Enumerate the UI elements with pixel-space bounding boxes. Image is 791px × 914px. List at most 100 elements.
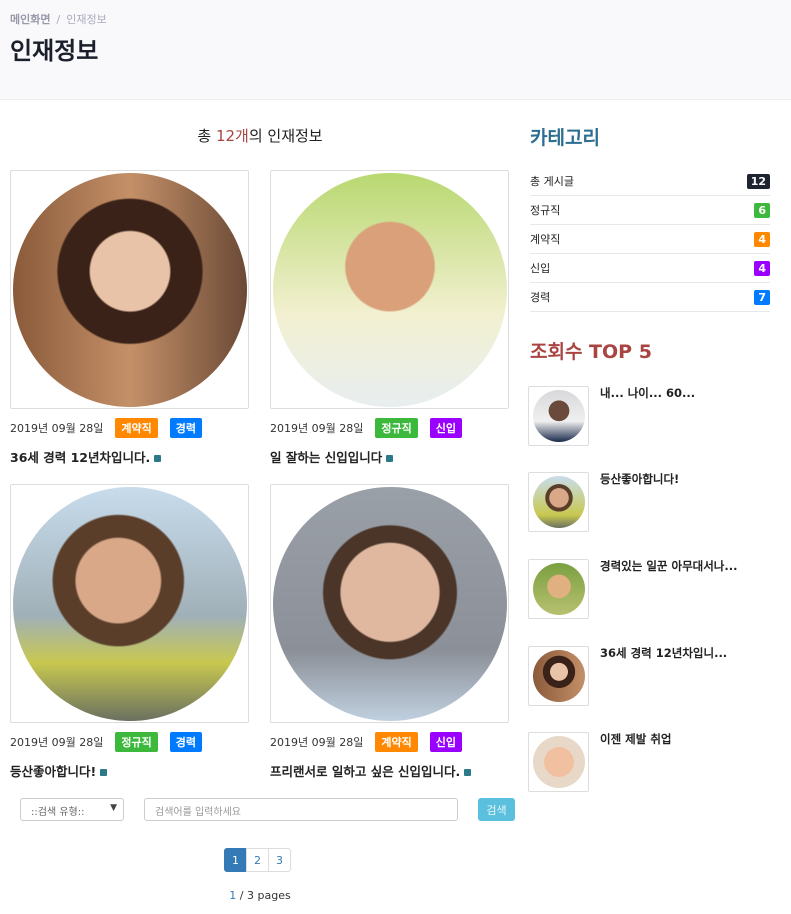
top5-title: 조회수 TOP 5 (530, 341, 652, 363)
save-icon (386, 455, 394, 462)
category-item[interactable]: 총 게시글 12 (530, 167, 770, 196)
profile-photo (272, 172, 507, 407)
save-icon (464, 769, 472, 776)
card-title-link[interactable]: 등산좋아합니다! (10, 761, 250, 780)
breadcrumb-separator: / (56, 13, 61, 26)
category-item[interactable]: 계약직 4 (530, 225, 770, 254)
card-meta: 2019년 09월 28일 계약직 경력 (10, 418, 250, 438)
breadcrumb-current: 인재정보 (66, 13, 107, 26)
card-badge: 경력 (169, 418, 202, 438)
page-header: 메인화면 / 인재정보 인재정보 (0, 0, 791, 100)
save-icon (100, 769, 108, 776)
search-button[interactable]: 검색 (478, 798, 515, 821)
top5-photo (532, 736, 585, 788)
category-count-badge: 12 (746, 173, 770, 189)
top5-thumbnail[interactable] (528, 472, 589, 532)
card-badge: 신입 (429, 732, 462, 752)
profile-photo-frame[interactable] (270, 484, 509, 723)
category-count-badge: 7 (754, 289, 770, 305)
category-title: 카테고리 (530, 127, 600, 149)
card-title-link[interactable]: 일 잘하는 신입입니다 (270, 447, 510, 466)
card-badge: 정규직 (375, 418, 418, 438)
dropdown-arrow-icon: ▼ (110, 803, 117, 813)
card-badge: 정규직 (115, 732, 158, 752)
top5-item[interactable]: 이젠 제발 취업 (528, 732, 672, 792)
top5-item[interactable]: 내... 나이... 60... (528, 386, 695, 446)
search-bar: ::검색 유형:: ▼ 검색어를 입력하세요 검색 (0, 798, 520, 822)
profile-photo-frame[interactable] (270, 170, 509, 409)
pagination: 1 2 3 (224, 848, 291, 872)
save-icon (154, 455, 162, 462)
category-label: 계약직 (530, 233, 561, 246)
category-count-badge: 6 (754, 202, 770, 218)
card-badge: 신입 (429, 418, 462, 438)
search-type-label: ::검색 유형:: (31, 807, 85, 818)
search-input[interactable]: 검색어를 입력하세요 (144, 798, 458, 821)
breadcrumb: 메인화면 / 인재정보 (10, 11, 107, 27)
card-date: 2019년 09월 28일 (10, 736, 104, 749)
card-meta: 2019년 09월 28일 정규직 신입 (270, 418, 510, 438)
breadcrumb-home-link[interactable]: 메인화면 (10, 13, 50, 26)
card-title-link[interactable]: 36세 경력 12년차입니다. (10, 447, 250, 466)
category-item[interactable]: 신입 4 (530, 254, 770, 283)
category-count-badge: 4 (754, 260, 770, 276)
category-label: 정규직 (530, 204, 561, 217)
category-item[interactable]: 경력 7 (530, 283, 770, 312)
top5-thumbnail[interactable] (528, 732, 589, 792)
top5-item[interactable]: 등산좋아합니다! (528, 472, 679, 532)
category-label: 경력 (530, 291, 551, 304)
card-date: 2019년 09월 28일 (270, 736, 364, 749)
category-label: 신입 (530, 262, 551, 275)
page-button-2[interactable]: 2 (246, 848, 269, 872)
result-summary: 총 12개의 인재정보 (10, 125, 510, 146)
card-title: 일 잘하는 신입입니다 (270, 450, 383, 465)
category-list: 총 게시글 12 정규직 6 계약직 4 신입 4 경력 7 (530, 167, 770, 312)
card-badge: 계약직 (375, 732, 418, 752)
card-title: 등산좋아합니다! (10, 764, 97, 779)
summary-suffix: 의 인재정보 (248, 127, 323, 145)
top5-thumbnail[interactable] (528, 559, 589, 619)
page-info-total: / 3 pages (236, 889, 291, 902)
top5-photo (532, 650, 585, 702)
card-date: 2019년 09월 28일 (270, 422, 364, 435)
talent-card[interactable]: 2019년 09월 28일 계약직 신입 프리랜서로 일하고 싶은 신입입니다. (270, 484, 510, 780)
top5-item-title[interactable]: 36세 경력 12년차입니... (600, 645, 727, 706)
top5-item[interactable]: 36세 경력 12년차입니... (528, 646, 727, 706)
page-title: 인재정보 (10, 37, 99, 65)
category-item[interactable]: 정규직 6 (530, 196, 770, 225)
top5-thumbnail[interactable] (528, 646, 589, 706)
summary-prefix: 총 (197, 127, 216, 145)
card-title: 프리랜서로 일하고 싶은 신입입니다. (270, 764, 461, 779)
talent-card[interactable]: 2019년 09월 28일 정규직 신입 일 잘하는 신입입니다 (270, 170, 510, 466)
talent-card[interactable]: 2019년 09월 28일 정규직 경력 등산좋아합니다! (10, 484, 250, 780)
top5-photo (532, 476, 585, 528)
top5-item[interactable]: 경력있는 일꾼 아무대서나... (528, 559, 738, 619)
page-button-3[interactable]: 3 (268, 848, 291, 872)
talent-card[interactable]: 2019년 09월 28일 계약직 경력 36세 경력 12년차입니다. (10, 170, 250, 466)
category-count-badge: 4 (754, 231, 770, 247)
search-type-select[interactable]: ::검색 유형:: ▼ (20, 798, 124, 821)
card-badge: 계약직 (115, 418, 158, 438)
top5-thumbnail[interactable] (528, 386, 589, 446)
profile-photo-frame[interactable] (10, 170, 249, 409)
card-date: 2019년 09월 28일 (10, 422, 104, 435)
top5-item-title[interactable]: 내... 나이... 60... (600, 385, 695, 446)
card-title-link[interactable]: 프리랜서로 일하고 싶은 신입입니다. (270, 761, 510, 780)
card-meta: 2019년 09월 28일 정규직 경력 (10, 732, 250, 752)
search-placeholder: 검색어를 입력하세요 (155, 807, 241, 818)
top5-item-title[interactable]: 경력있는 일꾼 아무대서나... (600, 558, 738, 619)
category-label: 총 게시글 (530, 175, 574, 188)
top5-photo (532, 563, 585, 615)
profile-photo-frame[interactable] (10, 484, 249, 723)
top5-photo (532, 390, 585, 442)
page-info: 1 / 3 pages (0, 889, 520, 902)
page-button-1[interactable]: 1 (224, 848, 247, 872)
card-badge: 경력 (169, 732, 202, 752)
summary-count: 12개 (215, 127, 249, 145)
top5-item-title[interactable]: 이젠 제발 취업 (600, 731, 672, 792)
card-title: 36세 경력 12년차입니다. (10, 450, 151, 465)
card-meta: 2019년 09월 28일 계약직 신입 (270, 732, 510, 752)
profile-photo (272, 486, 507, 721)
top5-item-title[interactable]: 등산좋아합니다! (600, 471, 679, 532)
profile-photo (12, 172, 247, 407)
